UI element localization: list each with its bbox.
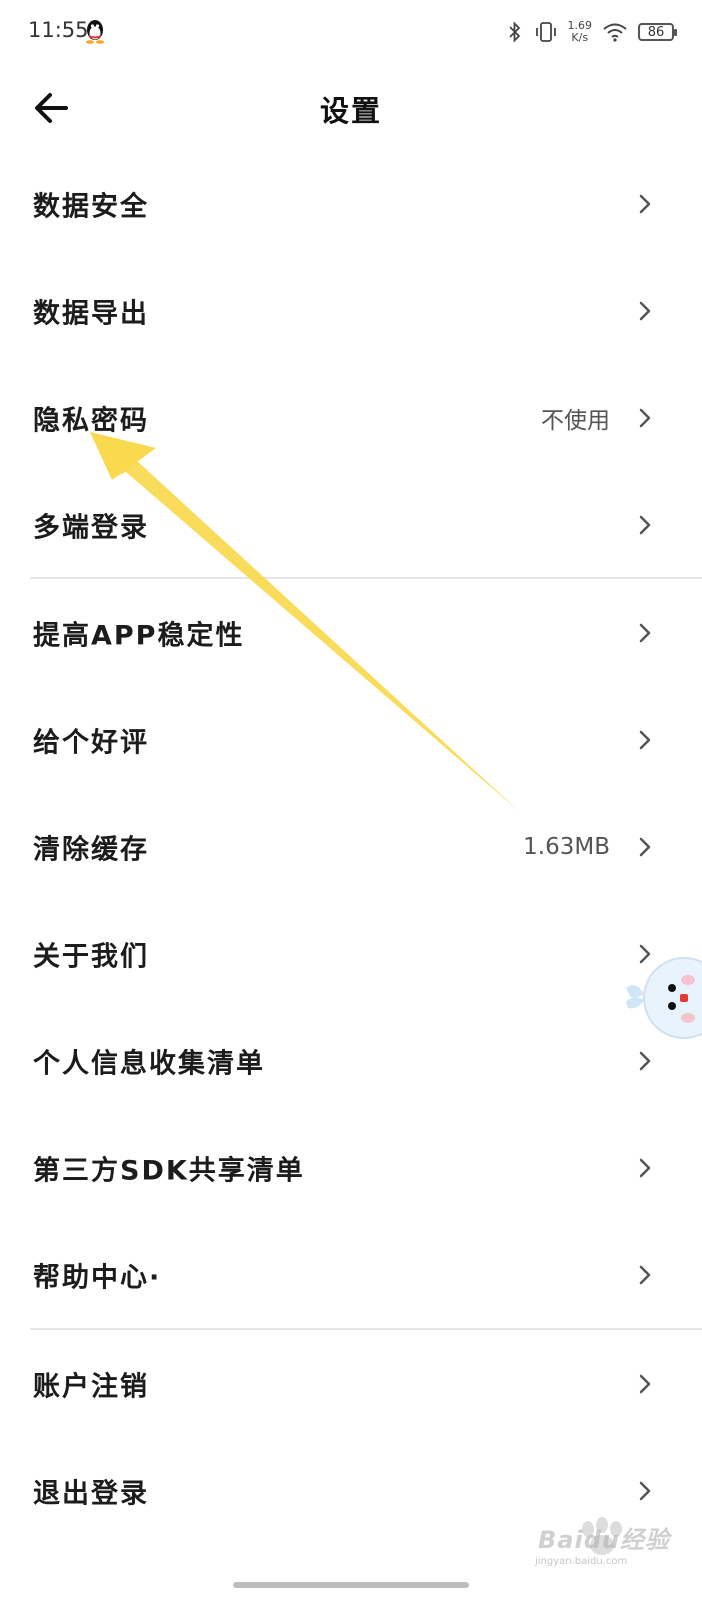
chevron-right-icon (639, 1051, 651, 1070)
settings-item-label: 清除缓存 (33, 834, 149, 865)
settings-item-multi-device-login[interactable]: 多端登录 (0, 471, 702, 578)
qq-icon (86, 20, 104, 44)
speed-unit: K/s (571, 31, 589, 44)
chevron-right-icon (639, 515, 651, 534)
vibrate-icon (535, 22, 556, 42)
settings-item-label: 退出登录 (33, 1478, 149, 1509)
settings-item-label: 提高APP稳定性 (33, 620, 245, 651)
chevron-right-icon (639, 194, 651, 213)
settings-item-delete-account[interactable]: 账户注销 (0, 1330, 702, 1437)
settings-item-data-export[interactable]: 数据导出 (0, 257, 702, 364)
wifi-icon (603, 23, 627, 42)
header: 设置 (0, 70, 702, 146)
settings-item-rate-app[interactable]: 给个好评 (0, 686, 702, 793)
bluetooth-icon (508, 21, 520, 43)
chevron-right-icon (639, 837, 651, 856)
settings-item-value: 1.63MB (523, 833, 610, 860)
chevron-right-icon (639, 623, 651, 642)
chevron-right-icon (639, 1374, 651, 1393)
settings-item-label: 多端登录 (33, 512, 149, 543)
settings-item-app-stability[interactable]: 提高APP稳定性 (0, 579, 702, 686)
settings-item-value: 不使用 (541, 407, 610, 434)
status-bar: 11:55 1.69 K/s 86 (0, 0, 702, 64)
settings-item-help-center[interactable]: 帮助中心· (0, 1221, 702, 1328)
page-title: 设置 (319, 94, 382, 128)
floating-mascot-icon[interactable] (622, 950, 702, 1046)
settings-item-clear-cache[interactable]: 清除缓存 1.63MB (0, 793, 702, 900)
chevron-right-icon (639, 730, 651, 749)
watermark-url: jingyan.baidu.com (535, 1556, 628, 1567)
settings-item-label: 数据安全 (33, 191, 149, 222)
settings-item-personal-info-list[interactable]: 个人信息收集清单 (0, 1007, 702, 1114)
settings-item-third-party-sdk-list[interactable]: 第三方SDK共享清单 (0, 1114, 702, 1221)
settings-item-privacy-password[interactable]: 隐私密码 不使用 (0, 364, 702, 471)
settings-item-label: 第三方SDK共享清单 (33, 1155, 305, 1186)
settings-item-label: 个人信息收集清单 (33, 1048, 265, 1079)
home-indicator[interactable] (233, 1582, 469, 1588)
chevron-right-icon (639, 408, 651, 427)
status-icons: 1.69 K/s 86 (506, 16, 677, 48)
network-speed: 1.69 K/s (568, 20, 593, 44)
chevron-right-icon (639, 1158, 651, 1177)
settings-item-about-us[interactable]: 关于我们 (0, 900, 702, 1007)
chevron-right-icon (639, 301, 651, 320)
chevron-right-icon (639, 1481, 651, 1500)
battery-icon: 86 (638, 23, 677, 41)
settings-item-label: 关于我们 (33, 941, 149, 972)
settings-item-data-security[interactable]: 数据安全 (0, 150, 702, 257)
settings-item-label: 隐私密码 (33, 405, 149, 436)
settings-item-label: 数据导出 (33, 298, 149, 329)
settings-item-label: 给个好评 (33, 727, 149, 758)
settings-item-label: 帮助中心· (33, 1262, 162, 1293)
watermark-text: Baidu经验 (538, 1526, 670, 1554)
settings-item-label: 账户注销 (33, 1371, 149, 1402)
chevron-right-icon (639, 1265, 651, 1284)
status-time: 11:55 (28, 18, 89, 42)
